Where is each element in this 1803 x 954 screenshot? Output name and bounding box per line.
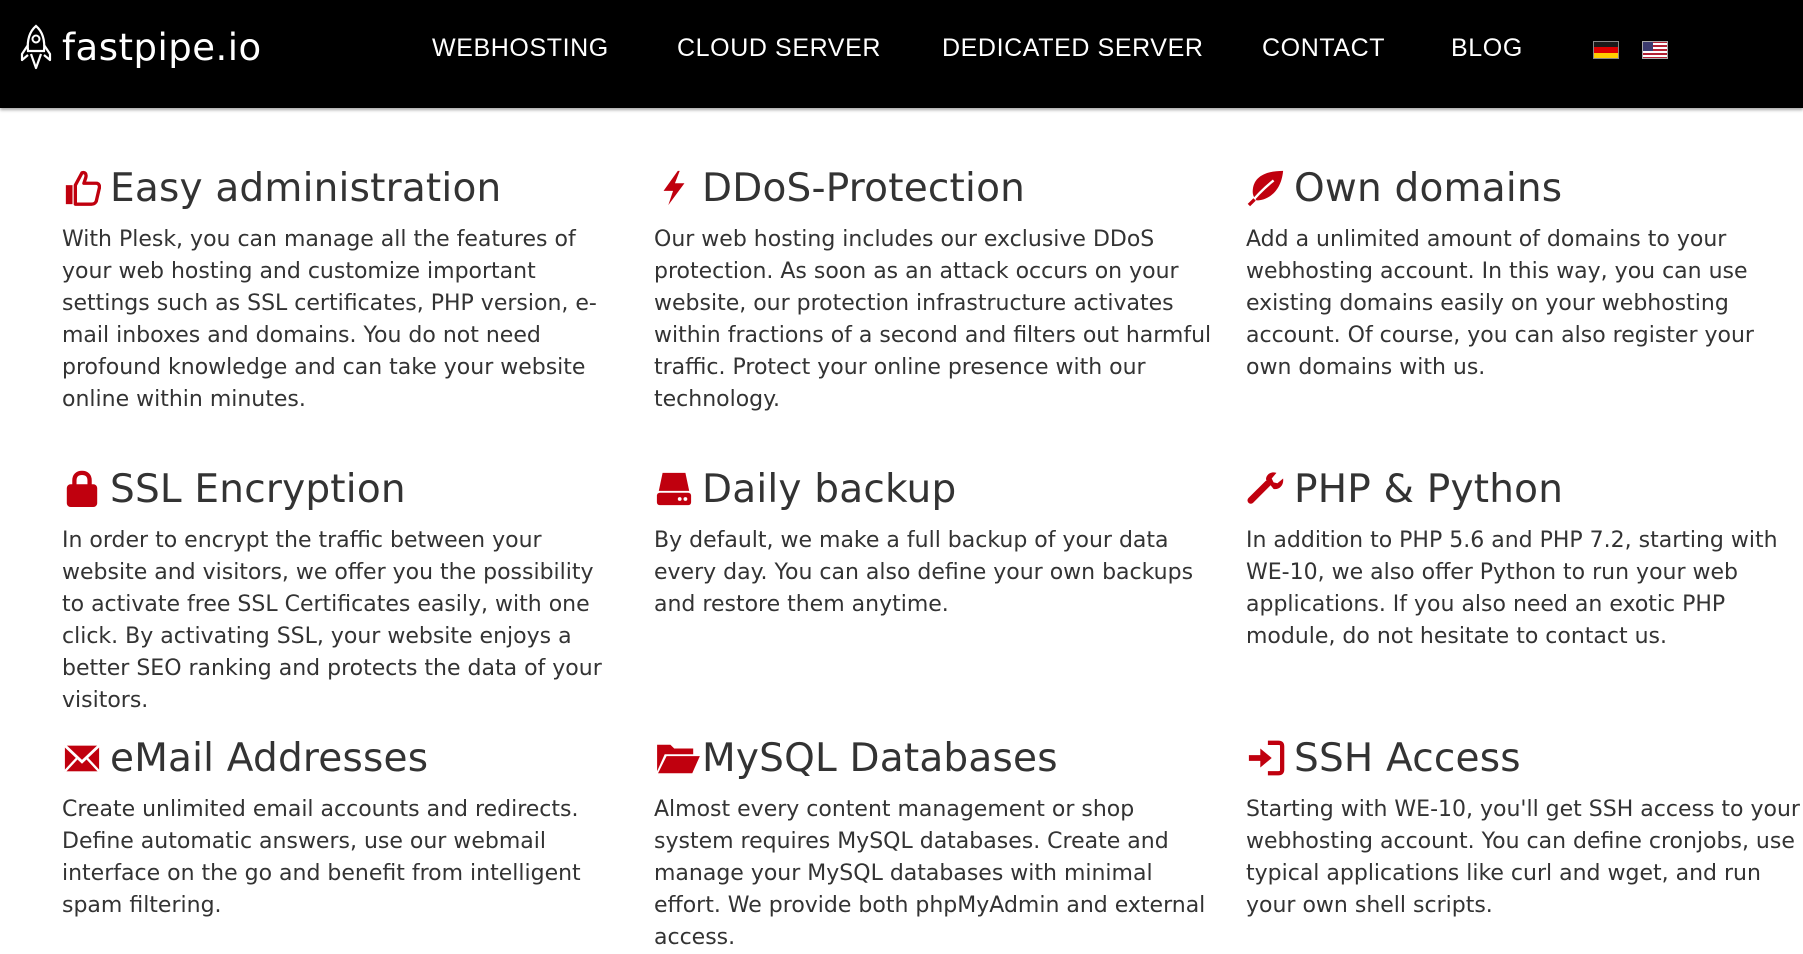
feature-description: Starting with WE-10, you'll get SSH acce… (1246, 797, 1800, 918)
feature-title: PHP & Python (1294, 466, 1564, 512)
feature-description: Add a unlimited amount of domains to you… (1246, 227, 1754, 380)
feature-email-addresses: eMail Addresses Create unlimited email a… (62, 732, 622, 922)
german-flag-icon[interactable] (1593, 41, 1619, 59)
leaf-icon (1246, 168, 1286, 208)
nav-blog[interactable]: BLOG (1451, 34, 1523, 63)
feature-description: With Plesk, you can manage all the featu… (62, 227, 597, 412)
feature-title: Easy administration (110, 165, 502, 211)
feature-description: Our web hosting includes our exclusive D… (654, 227, 1212, 412)
envelope-icon (62, 738, 102, 778)
feature-description: By default, we make a full backup of you… (654, 528, 1194, 617)
feature-own-domains: Own domains Add a unlimited amount of do… (1246, 162, 1803, 384)
feature-description: Create unlimited email accounts and redi… (62, 797, 581, 918)
feature-ddos-protection: DDoS-Protection Our web hosting includes… (654, 162, 1214, 416)
feature-title: SSH Access (1294, 735, 1521, 781)
feature-php-python: PHP & Python In addition to PHP 5.6 and … (1246, 463, 1803, 653)
feature-ssh-access: SSH Access Starting with WE-10, you'll g… (1246, 732, 1803, 922)
feature-title: Daily backup (702, 466, 957, 512)
logo-text: fastpipe.io (62, 25, 262, 69)
nav-dedicated-server[interactable]: DEDICATED SERVER (942, 34, 1204, 63)
feature-description: Almost every content management or shop … (654, 797, 1206, 950)
rocket-icon (20, 24, 52, 70)
bolt-icon (654, 168, 694, 208)
nav-cloud-server[interactable]: CLOUD SERVER (677, 34, 881, 63)
folder-open-icon (654, 738, 702, 778)
feature-title: SSL Encryption (110, 466, 406, 512)
lock-icon (62, 469, 102, 509)
feature-ssl-encryption: SSL Encryption In order to encrypt the t… (62, 463, 622, 717)
nav-webhosting[interactable]: WEBHOSTING (432, 34, 609, 63)
feature-mysql-databases: MySQL Databases Almost every content man… (654, 732, 1214, 954)
hard-drive-icon (654, 469, 694, 509)
thumbs-up-icon (62, 168, 102, 208)
feature-easy-administration: Easy administration With Plesk, you can … (62, 162, 622, 416)
site-logo[interactable]: fastpipe.io (18, 22, 262, 72)
us-flag-icon[interactable] (1642, 41, 1668, 59)
feature-description: In order to encrypt the traffic between … (62, 528, 602, 713)
feature-title: eMail Addresses (110, 735, 429, 781)
nav-contact[interactable]: CONTACT (1262, 34, 1385, 63)
feature-title: MySQL Databases (702, 735, 1058, 781)
top-navigation-bar: fastpipe.io WEBHOSTING CLOUD SERVER DEDI… (0, 0, 1803, 108)
feature-description: In addition to PHP 5.6 and PHP 7.2, star… (1246, 528, 1778, 649)
feature-title: Own domains (1294, 165, 1563, 211)
wrench-icon (1246, 469, 1286, 509)
sign-in-icon (1246, 738, 1286, 778)
feature-daily-backup: Daily backup By default, we make a full … (654, 463, 1214, 621)
feature-title: DDoS-Protection (702, 165, 1026, 211)
